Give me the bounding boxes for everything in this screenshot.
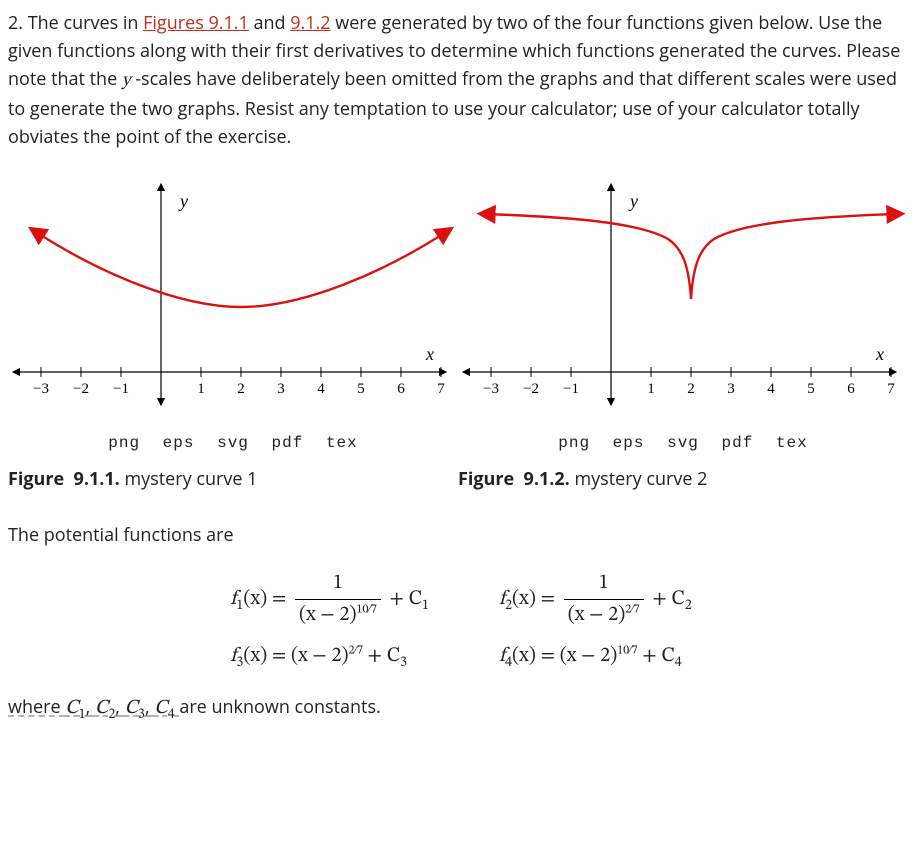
equation-f2: f2(x) = 1(x − 2)2⁄7 + C2 (499, 568, 692, 631)
text: -scales have deliberately been omitted f… (8, 67, 897, 149)
format-eps[interactable]: eps (163, 434, 195, 452)
caption-label: Figure 9.1.2. (458, 467, 570, 491)
tick: 3 (277, 381, 285, 397)
problem-number: 2. (8, 11, 23, 35)
tick: 5 (807, 381, 815, 397)
tick: 6 (847, 381, 855, 397)
equation-f4: f4(x) = (x − 2)10⁄7 + C4 (499, 641, 692, 675)
equations-block: f1(x) = 1(x − 2)10⁄7 + C1 f3(x) = (x − 2… (8, 568, 914, 675)
tick: 1 (197, 381, 205, 397)
tick: 4 (317, 381, 325, 397)
format-svg[interactable]: svg (667, 434, 699, 452)
x-axis-label: x (425, 344, 434, 364)
tick: −2 (73, 381, 89, 397)
text: and (253, 11, 290, 35)
figure-1-caption: Figure 9.1.1. mystery curve 1 (8, 466, 458, 494)
footer-line: where C1, C2, C3, C4 are unknown constan… (8, 693, 914, 727)
text: The curves in (28, 11, 143, 35)
chart-2: −3 −2 −1 1 2 3 4 5 6 7 y x (458, 177, 908, 417)
chart-1: −3 −2 −1 1 2 3 4 5 6 7 y x (8, 177, 458, 417)
x-axis-label: x (875, 344, 884, 364)
tick: −3 (33, 381, 49, 397)
format-png[interactable]: png (558, 434, 590, 452)
mid-text: The potential functions are (8, 522, 914, 550)
tick: 3 (727, 381, 735, 397)
curve-2 (486, 214, 896, 299)
tick: 7 (437, 381, 445, 397)
tick: −1 (563, 381, 579, 397)
format-links-1: png eps svg pdf tex (8, 431, 458, 456)
figure-2-caption: Figure 9.1.2. mystery curve 2 (458, 466, 908, 494)
tick: 1 (647, 381, 655, 397)
tick: 4 (767, 381, 775, 397)
equation-f1: f1(x) = 1(x − 2)10⁄7 + C1 (230, 568, 429, 631)
tick: 6 (397, 381, 405, 397)
figure-link-2[interactable]: 9.1.2 (290, 11, 330, 35)
format-tex[interactable]: tex (776, 434, 808, 452)
tick: 7 (887, 381, 895, 397)
tick: 5 (357, 381, 365, 397)
figure-link-1[interactable]: Figures 9.1.1 (143, 11, 249, 35)
format-svg[interactable]: svg (217, 434, 249, 452)
variable-y: y (122, 72, 131, 90)
curve-1 (36, 232, 446, 307)
format-pdf[interactable]: pdf (272, 434, 304, 452)
tick: −1 (113, 381, 129, 397)
caption-text: mystery curve 2 (570, 467, 708, 491)
y-axis-label: y (628, 191, 638, 211)
caption-text: mystery curve 1 (120, 467, 258, 491)
equation-f3: f3(x) = (x − 2)2⁄7 + C3 (230, 641, 429, 675)
tick: −3 (483, 381, 499, 397)
tick: −2 (523, 381, 539, 397)
format-png[interactable]: png (108, 434, 140, 452)
caption-label: Figure 9.1.1. (8, 467, 120, 491)
format-links-2: png eps svg pdf tex (458, 431, 908, 456)
problem-statement: 2. The curves in Figures 9.1.1 and 9.1.2… (8, 10, 914, 151)
figure-2: −3 −2 −1 1 2 3 4 5 6 7 y x png eps svg p… (458, 177, 908, 494)
format-eps[interactable]: eps (613, 434, 645, 452)
figure-1: −3 −2 −1 1 2 3 4 5 6 7 y x png eps svg p… (8, 177, 458, 494)
y-axis-label: y (178, 191, 188, 211)
format-tex[interactable]: tex (326, 434, 358, 452)
tick: 2 (687, 381, 695, 397)
tick: 2 (237, 381, 245, 397)
format-pdf[interactable]: pdf (722, 434, 754, 452)
